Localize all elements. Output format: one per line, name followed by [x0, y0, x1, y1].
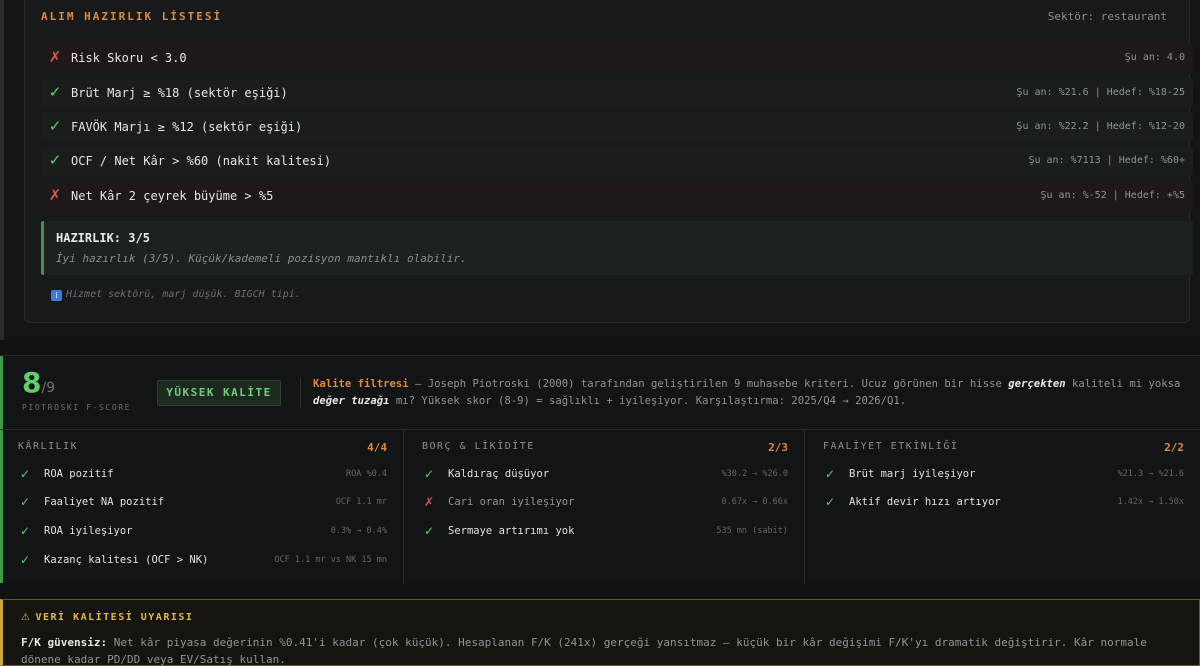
- desc-text: — Joseph Piotroski (2000) tarafından gel…: [408, 378, 1009, 390]
- criterion-label: Brüt Marj ≥ %18 (sektör eşiği): [71, 86, 288, 100]
- criterion-label: FAVÖK Marjı ≥ %12 (sektör eşiği): [71, 120, 303, 134]
- criteria-grid: KÂRLILIK 4/4 ✓ ROA pozitif ROA %0.4 ✓ Fa…: [0, 429, 1200, 584]
- item-label: Faaliyet NA pozitif: [44, 496, 165, 508]
- item-value: 0.67x → 0.66x: [721, 497, 788, 507]
- fscore-description: Kalite filtresi — Joseph Piotroski (2000…: [313, 376, 1189, 410]
- criterion-current: Şu an: %21.6 | Hedef: %18-25: [1016, 87, 1185, 98]
- debt-liquidity-column: BORÇ & LİKİDİTE 2/3 ✓ Kaldıraç düşüyor %…: [403, 430, 804, 584]
- item-value: OCF 1.1 mr: [335, 497, 387, 507]
- item-label: Aktif devir hızı artıyor: [849, 496, 1001, 508]
- column-title: BORÇ & LİKİDİTE: [422, 441, 535, 452]
- summary-title: HAZIRLIK: 3/5: [56, 231, 150, 245]
- criterion-label: Risk Skoru < 3.0: [71, 51, 187, 65]
- section-stripe: [0, 0, 4, 340]
- column-title: FAALİYET ETKİNLİĞİ: [823, 441, 959, 452]
- info-icon: i: [51, 290, 62, 301]
- operating-efficiency-column: FAALİYET ETKİNLİĞİ 2/2 ✓ Brüt marj iyile…: [804, 430, 1200, 584]
- warning-body: Net kâr piyasa değerinin %0.41'i kadar (…: [21, 636, 1147, 666]
- readiness-title: ALIM HAZIRLIK LİSTESİ: [41, 10, 223, 23]
- criterion-item: ✓ ROA pozitif ROA %0.4: [18, 467, 387, 483]
- fscore-value: 8/9: [22, 366, 55, 399]
- check-icon: ✓: [20, 495, 31, 509]
- criterion-row: ✓ OCF / Net Kâr > %60 (nakit kalitesi) Ş…: [41, 146, 1193, 176]
- profitability-column: KÂRLILIK 4/4 ✓ ROA pozitif ROA %0.4 ✓ Fa…: [0, 430, 403, 584]
- item-label: Kazanç kalitesi (OCF > NK): [44, 554, 209, 566]
- item-label: Sermaye artırımı yok: [448, 525, 575, 537]
- check-icon: ✓: [424, 467, 435, 481]
- item-label: Brüt marj iyileşiyor: [849, 468, 976, 480]
- criterion-row: ✓ Brüt Marj ≥ %18 (sektör eşiği) Şu an: …: [41, 78, 1193, 108]
- check-icon: ✓: [20, 467, 31, 481]
- item-label: Cari oran iyileşiyor: [448, 496, 575, 508]
- column-score: 4/4: [367, 441, 387, 454]
- cross-icon: ✗: [424, 495, 435, 509]
- item-value: %21.3 → %21.6: [1117, 469, 1184, 479]
- criterion-item: ✓ Kaldıraç düşüyor %30.2 → %26.0: [422, 467, 788, 483]
- criterion-current: Şu an: %7113 | Hedef: %60+: [1028, 155, 1185, 166]
- desc-text: mı? Yüksek skor (8-9) = sağlıklı + iyile…: [389, 395, 907, 407]
- item-value: ROA %0.4: [346, 469, 387, 479]
- cross-icon: ✗: [48, 48, 62, 66]
- criterion-item: ✓ Brüt marj iyileşiyor %21.3 → %21.6: [823, 467, 1184, 483]
- readiness-summary: HAZIRLIK: 3/5 İyi hazırlık (3/5). Küçük/…: [41, 221, 1193, 275]
- desc-emphasis: gerçekten: [1008, 378, 1066, 390]
- check-icon: ✓: [424, 524, 435, 538]
- criterion-item: ✓ Sermaye artırımı yok 535 mn (sabit): [422, 524, 788, 540]
- criterion-current: Şu an: 4.0: [1124, 52, 1185, 63]
- check-icon: ✓: [20, 553, 31, 567]
- desc-emphasis: değer tuzağı: [313, 395, 390, 407]
- quality-badge: YÜKSEK KALİTE: [157, 380, 281, 406]
- criterion-current: Şu an: %22.2 | Hedef: %12-20: [1016, 121, 1185, 132]
- warning-text: F/K güvensiz: Net kâr piyasa değerinin %…: [21, 634, 1171, 666]
- item-value: %30.2 → %26.0: [721, 469, 788, 479]
- criterion-item: ✓ Faaliyet NA pozitif OCF 1.1 mr: [18, 495, 387, 511]
- criterion-current: Şu an: %-52 | Hedef: +%5: [1040, 190, 1186, 201]
- criterion-row: ✓ FAVÖK Marjı ≥ %12 (sektör eşiği) Şu an…: [41, 112, 1193, 142]
- summary-text: İyi hazırlık (3/5). Küçük/kademeli pozis…: [56, 252, 467, 265]
- readiness-panel: ALIM HAZIRLIK LİSTESİ Sektör: restaurant…: [24, 0, 1193, 323]
- criterion-item: ✗ Cari oran iyileşiyor 0.67x → 0.66x: [422, 495, 788, 511]
- item-label: Kaldıraç düşüyor: [448, 468, 550, 480]
- divider: [300, 378, 301, 408]
- criterion-row: ✗ Risk Skoru < 3.0 Şu an: 4.0: [41, 43, 1193, 73]
- desc-text: kaliteli mi yoksa: [1065, 378, 1181, 390]
- cross-icon: ✗: [48, 186, 62, 204]
- item-value: OCF 1.1 mr vs NK 15 mn: [274, 555, 387, 565]
- check-icon: ✓: [20, 524, 31, 538]
- warning-title: ⚠ VERİ KALİTESİ UYARISI: [21, 612, 193, 623]
- column-title: KÂRLILIK: [18, 441, 79, 452]
- criterion-row: ✗ Net Kâr 2 çeyrek büyüme > %5 Şu an: %-…: [41, 181, 1193, 211]
- item-label: ROA iyileşiyor: [44, 525, 133, 537]
- item-value: 0.3% → 0.4%: [330, 526, 387, 536]
- sector-note: i Hizmet sektörü, marj düşük. BIGCH tipi.: [51, 289, 301, 301]
- check-icon: ✓: [48, 117, 62, 135]
- criterion-item: ✓ Kazanç kalitesi (OCF > NK) OCF 1.1 mr …: [18, 553, 387, 569]
- criterion-label: Net Kâr 2 çeyrek büyüme > %5: [71, 189, 274, 203]
- item-label: ROA pozitif: [44, 468, 114, 480]
- criterion-label: OCF / Net Kâr > %60 (nakit kalitesi): [71, 154, 332, 168]
- note-text: Hizmet sektörü, marj düşük. BIGCH tipi.: [66, 289, 301, 300]
- fscore-number: 8: [22, 366, 42, 399]
- check-icon: ✓: [825, 467, 836, 481]
- warning-icon: ⚠: [21, 612, 32, 623]
- column-score: 2/2: [1164, 441, 1184, 454]
- piotroski-card: 8/9 PIOTROSKI F-SCORE YÜKSEK KALİTE Kali…: [0, 355, 1200, 584]
- sector-label: Sektör: restaurant: [1047, 10, 1167, 23]
- item-value: 1.42x → 1.50x: [1117, 497, 1184, 507]
- warning-title-text: VERİ KALİTESİ UYARISI: [35, 612, 194, 623]
- desc-highlight: Kalite filtresi: [313, 378, 409, 390]
- column-score: 2/3: [768, 441, 788, 454]
- criterion-item: ✓ Aktif devir hızı artıyor 1.42x → 1.50x: [823, 495, 1184, 511]
- item-value: 535 mn (sabit): [716, 526, 788, 536]
- data-quality-warning: ⚠ VERİ KALİTESİ UYARISI F/K güvensiz: Net…: [0, 599, 1200, 666]
- check-icon: ✓: [48, 83, 62, 101]
- warning-lead: F/K güvensiz:: [21, 636, 108, 649]
- check-icon: ✓: [825, 495, 836, 509]
- fscore-subtitle: PIOTROSKI F-SCORE: [22, 403, 132, 412]
- fscore-max: /9: [41, 380, 56, 396]
- criterion-item: ✓ ROA iyileşiyor 0.3% → 0.4%: [18, 524, 387, 540]
- readiness-section: ALIM HAZIRLIK LİSTESİ Sektör: restaurant…: [0, 0, 1200, 340]
- check-icon: ✓: [48, 151, 62, 169]
